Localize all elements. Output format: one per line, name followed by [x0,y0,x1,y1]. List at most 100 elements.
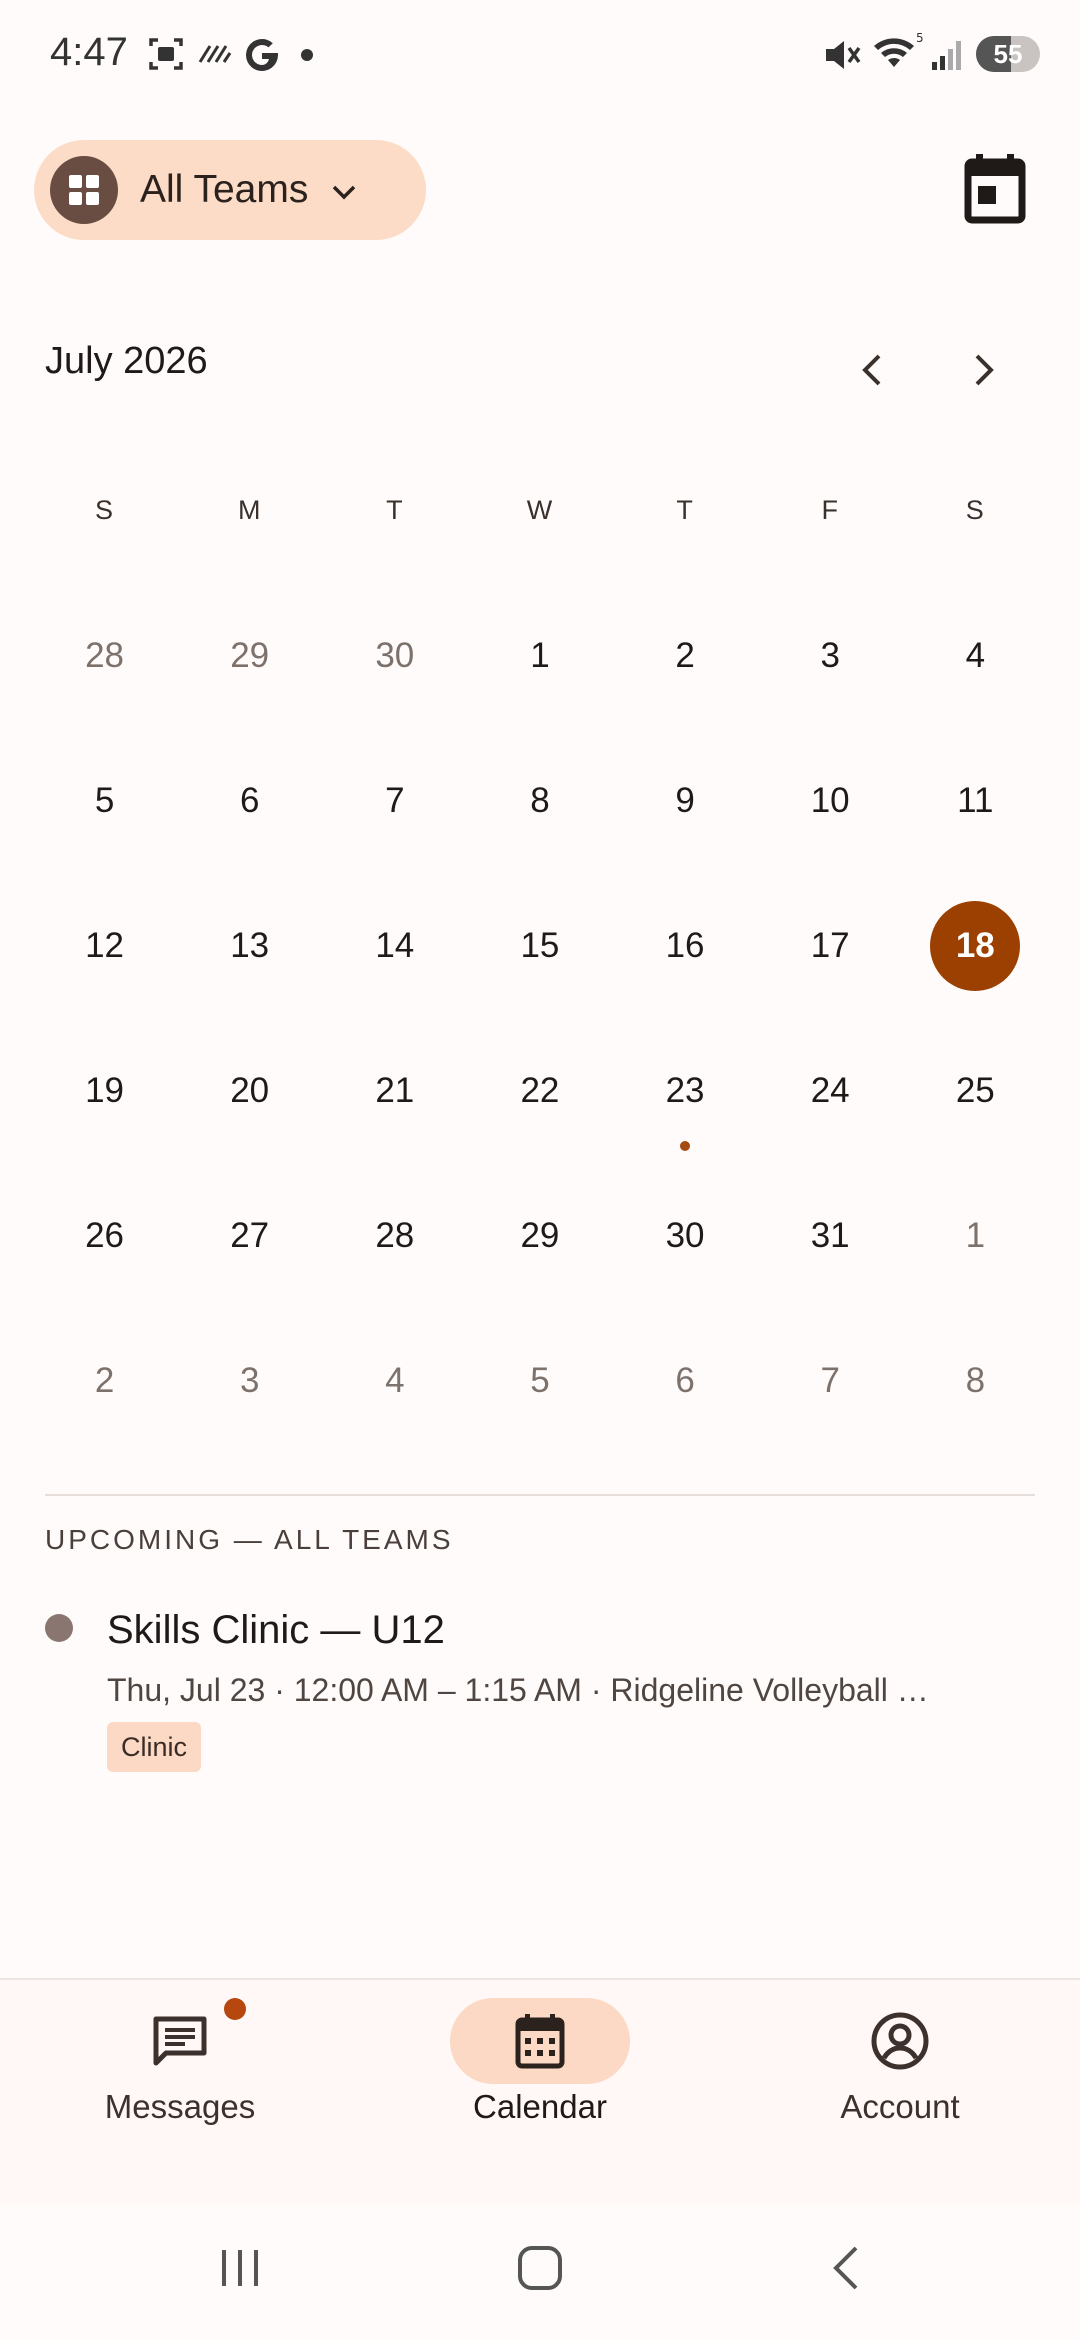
nav-messages-label: Messages [104,2088,256,2125]
prev-month-button[interactable] [842,340,902,400]
day-number: 3 [820,635,840,675]
day-cell[interactable]: 10 [758,728,903,873]
home-icon[interactable] [516,2244,564,2292]
next-month-button[interactable] [954,340,1014,400]
day-cell[interactable]: 21 [322,1018,467,1163]
day-cell[interactable]: 28 [322,1163,467,1308]
day-cell[interactable]: 20 [177,1018,322,1163]
day-cell[interactable]: 22 [467,1018,612,1163]
back-icon[interactable] [824,2244,872,2292]
day-cell[interactable]: 27 [177,1163,322,1308]
day-cell[interactable]: 30 [613,1163,758,1308]
day-cell[interactable]: 5 [467,1308,612,1453]
team-picker-label: All Teams [140,168,309,211]
day-number: 26 [85,1215,125,1255]
weekday-label: W [526,495,554,525]
day-cell[interactable]: 4 [903,583,1048,728]
day-cell[interactable]: 26 [32,1163,177,1308]
dot-icon [301,49,313,61]
event-title: Skills Clinic — U12 [107,1608,445,1652]
day-number: 24 [810,1070,850,1110]
day-number: 12 [85,925,125,965]
upcoming-title: UPCOMING — ALL TEAMS [45,1524,454,1555]
nav-account-icon-wrap [810,1998,990,2084]
day-number: 28 [85,635,125,675]
weekday-label: T [676,495,694,525]
day-cell[interactable]: 15 [467,873,612,1018]
recents-icon[interactable] [216,2244,264,2292]
day-cell[interactable]: 3 [177,1308,322,1453]
nav-calendar[interactable]: Calendar [390,1998,690,2178]
day-cell[interactable]: 29 [467,1163,612,1308]
week-row: 19 20 21 22 23 24 25 [32,1018,1048,1163]
day-cell[interactable]: 11 [903,728,1048,873]
day-cell[interactable]: 3 [758,583,903,728]
day-cell[interactable]: 24 [758,1018,903,1163]
nav-messages[interactable]: Messages [30,1998,330,2178]
day-number: 28 [375,1215,415,1255]
day-cell[interactable]: 12 [32,873,177,1018]
chevron-down-icon [333,185,356,200]
day-number: 21 [375,1070,415,1110]
calendar-picker-button[interactable] [960,152,1030,228]
day-cell[interactable]: 6 [177,728,322,873]
nav-account-label: Account [840,2088,960,2125]
day-cell[interactable]: 8 [467,728,612,873]
week-row: 12 13 14 15 16 17 18 [32,873,1048,1018]
day-cell[interactable]: 13 [177,873,322,1018]
day-cell[interactable]: 7 [322,728,467,873]
signal-icon [932,41,961,70]
day-number: 27 [230,1215,270,1255]
day-number: 17 [810,925,850,965]
nav-calendar-icon-wrap [450,1998,630,2084]
day-cell[interactable]: 23 [613,1018,758,1163]
day-cell[interactable]: 19 [32,1018,177,1163]
day-number: 22 [520,1070,560,1110]
weekday-header: SMTWTFS [32,438,1048,583]
day-cell[interactable]: 8 [903,1308,1048,1453]
day-number: 4 [385,1360,405,1400]
week-row: 28 29 30 1 2 3 4 [32,583,1048,728]
day-cell[interactable]: 14 [322,873,467,1018]
day-cell[interactable]: 30 [322,583,467,728]
day-cell[interactable]: 2 [613,583,758,728]
message-icon [153,2016,207,2066]
month-title: July 2026 [45,340,208,382]
notification-badge [224,1998,246,2020]
week-row: 5 6 7 8 9 10 11 [32,728,1048,873]
screenshot-icon [149,38,183,70]
team-picker[interactable]: All Teams [34,140,426,240]
event-item[interactable]: Skills Clinic — U12 Thu, Jul 23 · 12:00 … [45,1590,1035,1780]
day-cell[interactable]: 25 [903,1018,1048,1163]
day-cell[interactable]: 9 [613,728,758,873]
day-number: 14 [375,925,415,965]
day-number: 31 [810,1215,850,1255]
divider [45,1494,1035,1496]
day-cell[interactable]: 28 [32,583,177,728]
day-number: 9 [675,780,695,820]
day-cell[interactable]: 6 [613,1308,758,1453]
day-cell-today[interactable]: 18 [903,873,1048,1018]
day-number: 6 [675,1360,695,1400]
weekday-label: S [965,495,985,525]
account-icon [871,2012,929,2070]
day-cell[interactable]: 31 [758,1163,903,1308]
day-cell[interactable]: 5 [32,728,177,873]
day-number: 25 [955,1070,995,1110]
day-number: 1 [965,1215,986,1255]
day-number: 2 [675,635,695,675]
grid-icon [50,156,118,224]
day-cell[interactable]: 29 [177,583,322,728]
day-cell[interactable]: 1 [903,1163,1048,1308]
nav-account[interactable]: Account [750,1998,1050,2178]
day-number: 2 [94,1360,115,1400]
day-cell[interactable]: 16 [613,873,758,1018]
event-indicator-dot [680,1141,691,1151]
day-cell[interactable]: 4 [322,1308,467,1453]
day-cell[interactable]: 1 [467,583,612,728]
calendar-icon [964,154,1026,224]
day-cell[interactable]: 17 [758,873,903,1018]
day-number: 8 [530,780,550,820]
day-cell[interactable]: 2 [32,1308,177,1453]
day-cell[interactable]: 7 [758,1308,903,1453]
